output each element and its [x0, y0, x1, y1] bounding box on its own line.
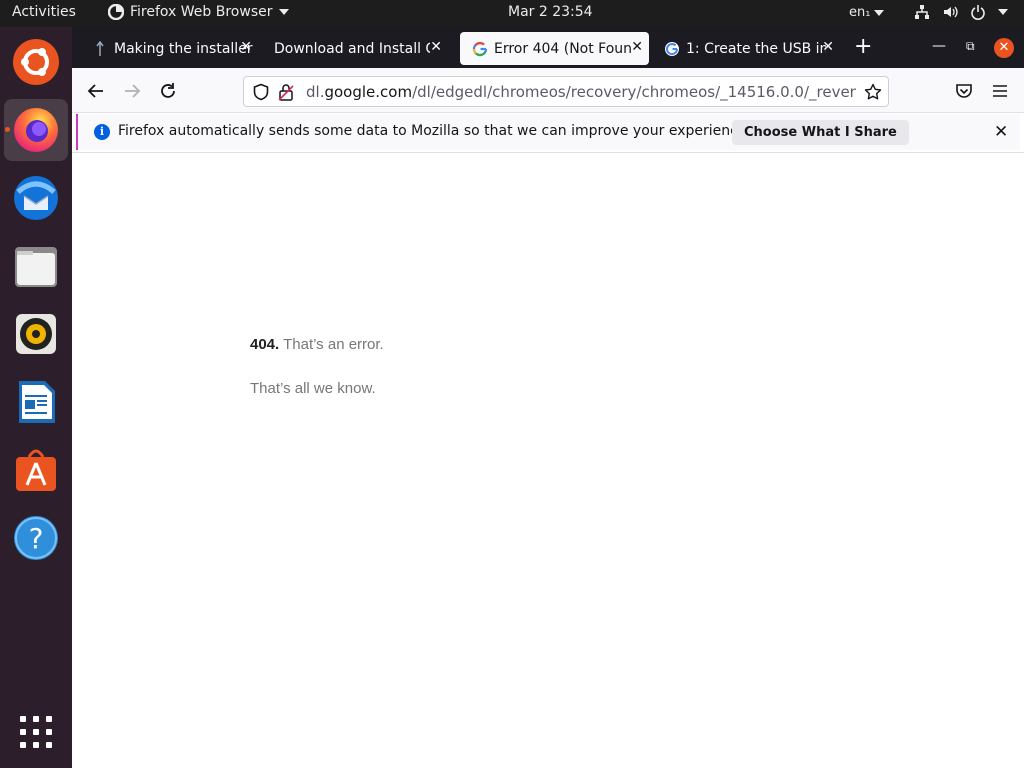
power-icon: [971, 5, 985, 20]
app-menu[interactable]: Firefox Web Browser: [108, 4, 289, 20]
pocket-button[interactable]: [953, 80, 975, 102]
chevron-down-icon: [874, 9, 885, 16]
info-icon: i: [94, 124, 110, 140]
dock-files[interactable]: [4, 235, 68, 297]
url-path: /dl/edgedl/chromeos/recovery/chromeos/_1…: [412, 83, 856, 101]
notification-message: Firefox automatically sends some data to…: [118, 123, 751, 139]
google-favicon-icon: [665, 41, 679, 56]
new-tab-button[interactable]: +: [854, 36, 872, 58]
thunderbird-icon: [14, 176, 58, 220]
error-text: That’s an error.: [283, 336, 384, 353]
tab-strip: Making the installer ✕ Download and Inst…: [72, 27, 1024, 68]
ubuntu-logo-icon: [13, 39, 59, 85]
app-menu-label: Firefox Web Browser: [130, 4, 273, 20]
shield-icon[interactable]: [252, 83, 270, 101]
clock[interactable]: Mar 2 23:54: [508, 4, 593, 20]
firefox-window: Making the installer ✕ Download and Inst…: [72, 27, 1024, 768]
hamburger-menu-icon: [993, 85, 1007, 97]
reload-icon: [161, 83, 175, 98]
dock-libreoffice-writer[interactable]: [4, 371, 68, 433]
help-icon: ?: [14, 516, 58, 560]
page-content: 404. That’s an error. That’s all we know…: [72, 152, 1024, 768]
star-icon[interactable]: [864, 83, 882, 101]
close-tab-icon[interactable]: ✕: [631, 39, 643, 55]
tab-title: Making the installer: [114, 40, 253, 57]
system-menu[interactable]: [914, 4, 1008, 20]
choose-what-i-share-button[interactable]: Choose What I Share: [732, 120, 909, 145]
firefox-small-icon: [108, 4, 124, 20]
chevron-down-icon: [998, 9, 1008, 15]
data-collection-notification: i Firefox automatically sends some data …: [76, 114, 1020, 150]
rhythmbox-icon: [16, 314, 56, 354]
navigation-toolbar: dl.google.com/dl/edgedl/chromeos/recover…: [72, 68, 1024, 113]
dock-ubuntu-logo[interactable]: [4, 31, 68, 93]
reload-button[interactable]: [157, 80, 179, 102]
google-favicon-icon: [472, 41, 488, 56]
language-label: en₁: [849, 5, 871, 20]
tab-title: 1: Create the USB ins: [686, 40, 826, 57]
volume-icon: [944, 6, 958, 18]
arrow-left-icon: [87, 84, 103, 98]
lock-icon[interactable]: [278, 83, 294, 101]
minimize-button[interactable]: —: [932, 38, 946, 54]
dock-help[interactable]: ?: [4, 507, 68, 569]
error-detail: That’s all we know.: [250, 380, 376, 397]
firefox-icon: [14, 108, 58, 152]
restore-button[interactable]: ⧉: [966, 39, 975, 54]
dock-thunderbird[interactable]: [4, 167, 68, 229]
menu-button[interactable]: [989, 80, 1011, 102]
url-host: google.com: [324, 83, 413, 101]
dock-ubuntu-software[interactable]: [4, 439, 68, 501]
close-tab-icon[interactable]: ✕: [240, 39, 252, 55]
tab-title: Error 404 (Not Found: [494, 40, 632, 57]
dock-firefox[interactable]: [4, 99, 68, 161]
error-code: 404.: [250, 336, 280, 353]
dock-rhythmbox[interactable]: [4, 303, 68, 365]
back-button[interactable]: [85, 80, 107, 102]
arrow-right-icon: [125, 84, 141, 98]
files-icon: [15, 247, 57, 287]
apps-grid-icon: [20, 716, 52, 748]
close-window-button[interactable]: ✕: [994, 38, 1014, 58]
show-applications-button[interactable]: [4, 701, 68, 763]
close-tab-icon[interactable]: ✕: [430, 39, 442, 55]
forward-button[interactable]: [121, 80, 143, 102]
libreoffice-writer-icon: [19, 381, 55, 423]
language-indicator[interactable]: en₁: [849, 5, 885, 20]
top-panel: Activities Firefox Web Browser Mar 2 23:…: [0, 0, 1024, 27]
ubuntu-software-icon: [16, 449, 56, 491]
svg-text:?: ?: [29, 522, 44, 555]
url-text[interactable]: dl.google.com/dl/edgedl/chromeos/recover…: [306, 83, 856, 101]
error-heading: 404. That’s an error.: [250, 336, 384, 353]
running-indicator: [5, 127, 10, 132]
network-icon: [915, 5, 929, 19]
tab-making-installer[interactable]: Making the installer ✕: [80, 32, 258, 65]
tab-error-404[interactable]: Error 404 (Not Found ✕: [460, 32, 649, 65]
tab-download-install[interactable]: Download and Install Ch ✕: [262, 32, 448, 65]
url-bar[interactable]: dl.google.com/dl/edgedl/chromeos/recover…: [243, 76, 889, 107]
chevron-down-icon: [278, 9, 289, 15]
activities-button[interactable]: Activities: [12, 4, 76, 20]
pocket-icon: [956, 84, 972, 98]
close-tab-icon[interactable]: ✕: [822, 39, 834, 55]
close-notification-icon[interactable]: ✕: [994, 122, 1008, 142]
tab-title: Download and Install Ch: [274, 40, 430, 57]
tab-create-usb[interactable]: 1: Create the USB ins ✕: [652, 32, 840, 65]
favicon-icon: [96, 40, 104, 56]
dock: ?: [0, 27, 72, 768]
url-prefix: dl.: [306, 83, 325, 101]
